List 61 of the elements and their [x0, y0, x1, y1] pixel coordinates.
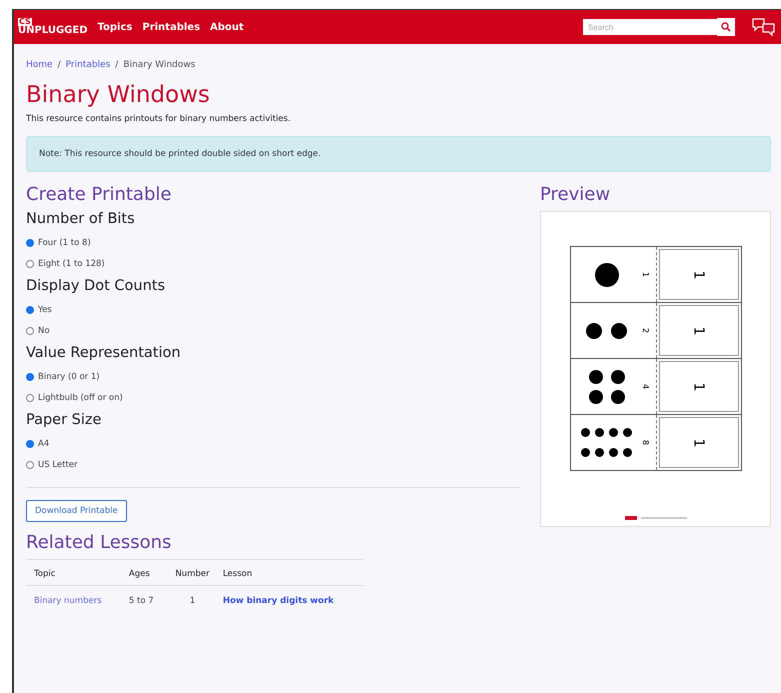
breadcrumb-separator: / [58, 60, 61, 70]
radio-button[interactable] [26, 394, 34, 402]
dots-drawing [586, 322, 627, 338]
option-group-label: Value Representation [26, 345, 182, 361]
nav-link[interactable]: About [210, 22, 244, 32]
radio-button[interactable] [26, 440, 34, 448]
radio-label: Lightbulb (off or on) [38, 392, 123, 402]
radio-button[interactable] [26, 260, 34, 268]
radio-label: US Letter [38, 460, 78, 470]
section-heading: Related Lessons [26, 532, 172, 553]
radio-label: Four (1 to 8) [38, 238, 91, 248]
dots-drawing [588, 370, 624, 404]
table-cell: 1 [190, 596, 196, 606]
speech-bubbles-icon[interactable] [751, 17, 777, 37]
column-header: Number [175, 569, 210, 579]
breadcrumb-link[interactable]: Home [26, 60, 53, 70]
breadcrumb-current: Binary Windows [123, 60, 196, 70]
radio-button[interactable] [26, 460, 34, 468]
topic-link[interactable]: Binary numbers [34, 596, 102, 606]
binary-value: 1 [690, 438, 706, 447]
radio-button[interactable] [26, 238, 34, 246]
nav-link[interactable]: Topics [98, 22, 132, 32]
search-button[interactable] [717, 18, 735, 36]
download-button[interactable]: Download Printable [26, 500, 127, 522]
binary-value: 1 [690, 382, 706, 391]
radio-label: Binary (0 or 1) [38, 372, 100, 382]
radio-label: No [38, 326, 50, 336]
lesson-link[interactable]: How binary digits work [222, 596, 334, 606]
description: This resource contains printouts for binary numbers activities. [26, 114, 292, 124]
radio-label: Yes [38, 304, 52, 314]
dot-count: 8 [640, 440, 650, 446]
radio-button[interactable] [26, 306, 34, 314]
column-header: Lesson [222, 569, 252, 579]
search-field[interactable]: Search [583, 19, 717, 35]
dots-drawing [594, 262, 618, 286]
logo[interactable]: CS UNPLUGGED [18, 18, 88, 36]
radio-label: Eight (1 to 128) [38, 258, 105, 268]
breadcrumb-separator: / [115, 60, 118, 70]
radio-button[interactable] [26, 326, 34, 334]
footer-logo-drawing [624, 516, 686, 520]
page-title: Binary Windows [26, 82, 211, 108]
radio-button[interactable] [26, 372, 34, 380]
section-heading: Preview [540, 184, 612, 205]
binary-value: 1 [690, 326, 706, 335]
radio-label: A4 [38, 438, 50, 448]
option-group-label: Paper Size [26, 412, 102, 428]
dot-count: 4 [640, 384, 650, 390]
option-group-label: Display Dot Counts [26, 278, 166, 294]
note-alert: Note: This resource should be printed double sided on short edge. [26, 136, 771, 172]
column-header: Ages [128, 569, 150, 579]
dot-count: 2 [640, 328, 650, 334]
nav-link[interactable]: Printables [142, 22, 200, 32]
table-cell: 5 to 7 [128, 596, 154, 606]
breadcrumb-link[interactable]: Printables [66, 60, 110, 70]
section-heading: Create Printable [26, 184, 172, 205]
dots-drawing [581, 428, 632, 457]
dot-count: 1 [640, 272, 650, 278]
search-icon [721, 22, 731, 32]
binary-value: 1 [690, 270, 706, 279]
option-group-label: Number of Bits [26, 211, 136, 227]
column-header: Topic [34, 569, 56, 579]
